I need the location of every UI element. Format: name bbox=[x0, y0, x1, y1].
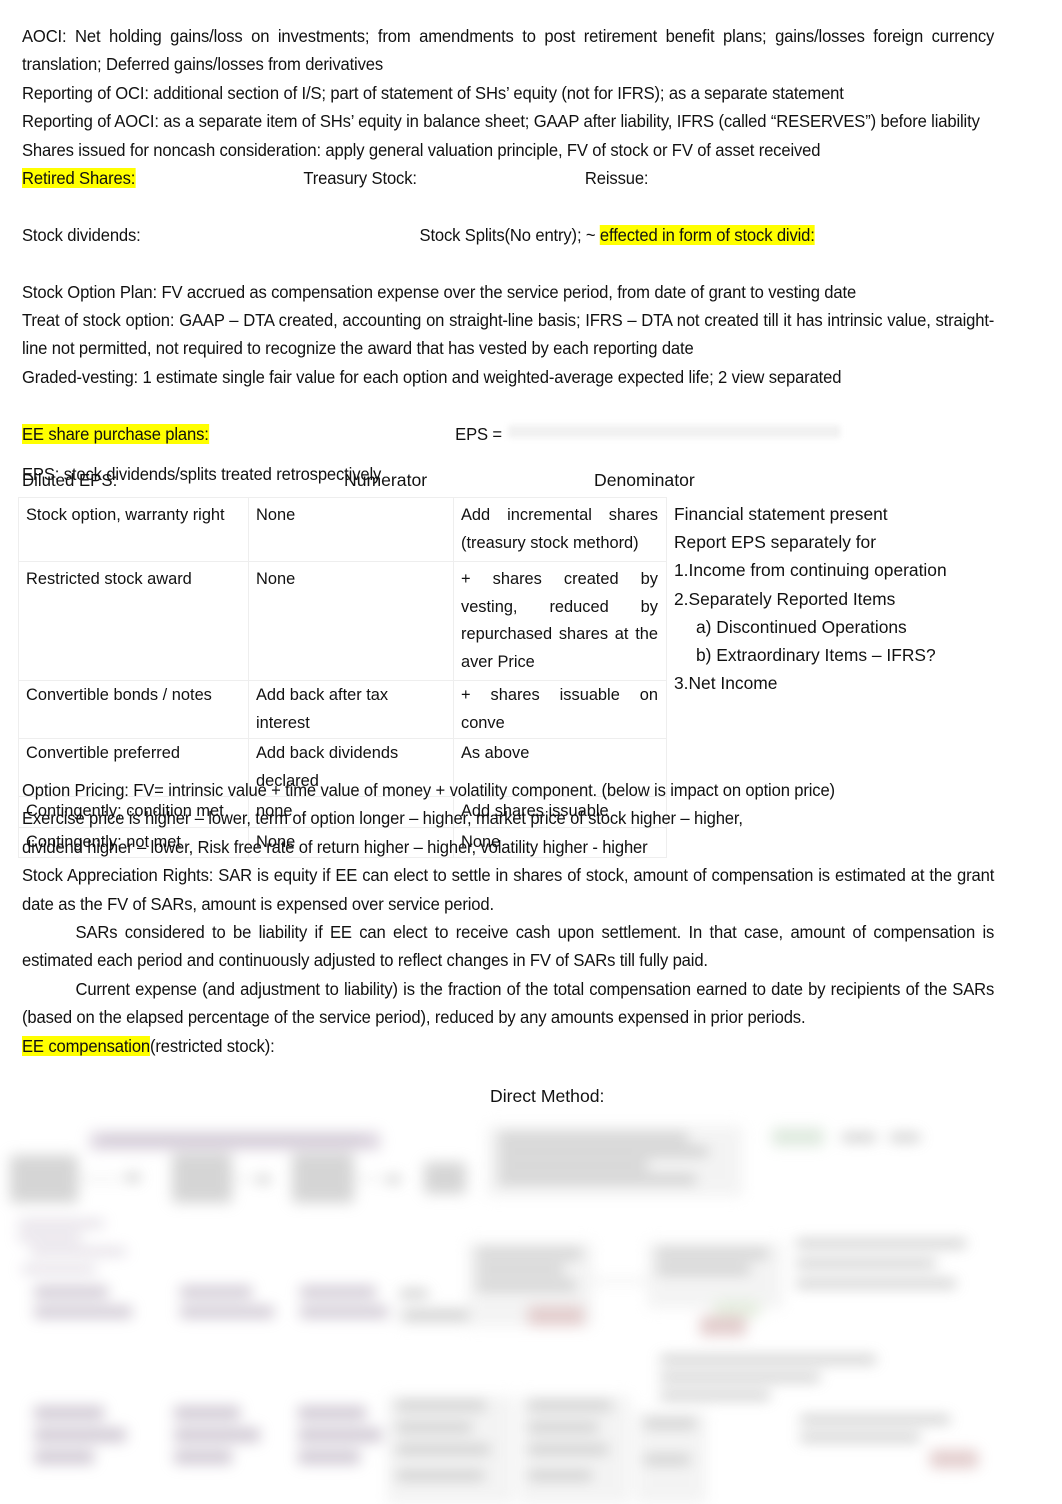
list-item: Report EPS separately for bbox=[674, 532, 877, 553]
ee-compensation-rest: (restricted stock): bbox=[150, 1035, 275, 1056]
paragraph-exercise-price: Exercise price is higher – lower, term o… bbox=[22, 808, 743, 829]
dividend-row: Stock dividends: Stock Splits(No entry); … bbox=[22, 221, 994, 249]
paragraph-stock-option-plan: Stock Option Plan: FV accrued as compens… bbox=[22, 281, 857, 302]
cell-numerator: None bbox=[248, 497, 454, 562]
stock-splits-label: Stock Splits(No entry); ~ bbox=[419, 224, 600, 245]
document-page: AOCI: Net holding gains/loss on investme… bbox=[0, 0, 1062, 1504]
ee-share-purchase-plans-label: EE share purchase plans: bbox=[22, 423, 209, 444]
table-header-row: Diluted EPS: Numerator Denominator bbox=[22, 470, 1040, 496]
paragraph-treat-of-stock-option: Treat of stock option: GAAP – DTA create… bbox=[22, 310, 995, 359]
eps-equals-label: EPS = bbox=[455, 423, 502, 444]
paragraph-sars-liability: SARs considered to be liability if EE ca… bbox=[22, 922, 995, 971]
ee-compensation-row: EE compensation(restricted stock): bbox=[22, 1032, 994, 1060]
document-body-lower: Option Pricing: FV= intrinsic value + ti… bbox=[22, 776, 1040, 1060]
cell-numerator: Add back after tax interest bbox=[248, 680, 454, 739]
table-row: Restricted stock award None + shares cre… bbox=[18, 561, 667, 681]
direct-method-label: Direct Method: bbox=[490, 1086, 605, 1106]
cell-instrument: Convertible bonds / notes bbox=[18, 680, 249, 739]
reissue-label: Reissue: bbox=[584, 168, 649, 189]
treasury-stock-label: Treasury Stock: bbox=[303, 168, 417, 189]
ee-share-purchase-row: EE share purchase plans: EPS = bbox=[22, 420, 994, 448]
list-item: a) Discontinued Operations bbox=[696, 616, 907, 637]
cell-instrument: Restricted stock award bbox=[18, 561, 249, 681]
paragraph-stock-appreciation-rights: Stock Appreciation Rights: SAR is equity… bbox=[22, 865, 995, 914]
paragraph-graded-vesting: Graded-vesting: 1 estimate single fair v… bbox=[22, 366, 842, 387]
paragraph-current-expense: Current expense (and adjustment to liabi… bbox=[22, 978, 995, 1028]
cell-denominator: + shares created by vesting, reduced by … bbox=[453, 561, 667, 681]
paragraph-dividend-higher: dividend higher – lower, Risk free rate … bbox=[22, 836, 648, 857]
cell-numerator: None bbox=[248, 561, 454, 681]
list-item: 1.Income from continuing operation bbox=[674, 560, 947, 581]
cell-denominator: Add incremental shares (treasury stock m… bbox=[453, 497, 667, 562]
denominator-header: Denominator bbox=[594, 470, 695, 490]
redacted-formula bbox=[507, 424, 841, 438]
retired-shares-label: Retired Shares: bbox=[22, 168, 136, 189]
stock-dividends-label: Stock dividends: bbox=[22, 224, 141, 245]
diluted-eps-label: Diluted EPS: bbox=[22, 470, 118, 490]
list-item: 3.Net Income bbox=[674, 673, 778, 694]
paragraph-option-pricing: Option Pricing: FV= intrinsic value + ti… bbox=[22, 780, 835, 800]
paragraph-aoci: AOCI: Net holding gains/loss on investme… bbox=[22, 26, 995, 75]
share-row: Retired Shares: Treasury Stock: Reissue: bbox=[22, 164, 994, 192]
list-item: Financial statement present bbox=[674, 504, 888, 524]
cell-denominator: + shares issuable on conve bbox=[453, 680, 667, 739]
financial-statement-presentation-list: Financial statement present Report EPS s… bbox=[674, 500, 1056, 697]
paragraph-reporting-oci: Reporting of OCI: additional section of … bbox=[22, 82, 844, 103]
numerator-header: Numerator bbox=[344, 470, 428, 490]
cell-instrument: Stock option, warranty right bbox=[18, 497, 249, 562]
paragraph-shares-noncash: Shares issued for noncash consideration:… bbox=[22, 139, 821, 160]
ee-compensation-highlight: EE compensation bbox=[22, 1035, 151, 1056]
blurred-diagram-region bbox=[0, 1120, 1062, 1504]
list-item: b) Extraordinary Items – IFRS? bbox=[696, 645, 936, 666]
document-body: AOCI: Net holding gains/loss on investme… bbox=[22, 22, 1040, 488]
table-row: Stock option, warranty right None Add in… bbox=[18, 497, 667, 562]
paragraph-reporting-aoci: Reporting of AOCI: as a separate item of… bbox=[22, 111, 980, 132]
effected-stock-dividend-highlight: effected in form of stock divid: bbox=[599, 224, 815, 245]
list-item: 2.Separately Reported Items bbox=[674, 588, 896, 609]
table-row: Convertible bonds / notes Add back after… bbox=[18, 680, 667, 739]
